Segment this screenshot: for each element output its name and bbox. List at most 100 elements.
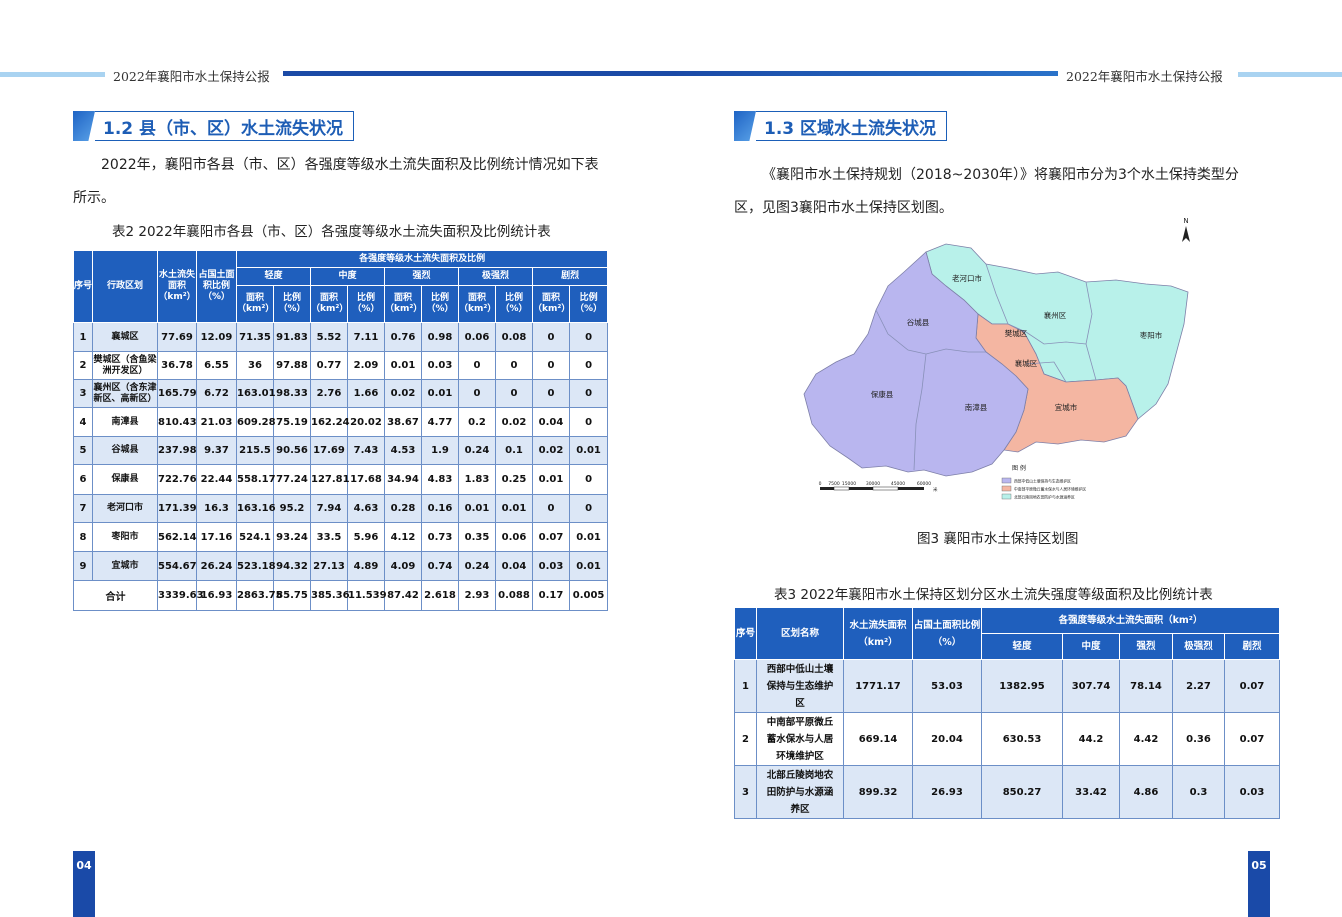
table-cell-zone-name: 西部中低山土壤保持与生态维护区 (756, 659, 844, 713)
table-cell-value: 0.01 (458, 494, 496, 523)
svg-text:米: 米 (933, 486, 938, 493)
table2-subheader-ratio: 比例（%） (421, 285, 459, 323)
table-cell-value: 1.66 (347, 379, 385, 408)
table-cell-value: 0.01 (568, 551, 609, 581)
svg-text:0: 0 (819, 481, 822, 487)
table-cell-value: 0.03 (1223, 765, 1281, 819)
table-cell-value: 17.69 (310, 436, 348, 465)
table-cell-value: 630.53 (981, 712, 1063, 766)
table-cell-value: 850.27 (981, 765, 1063, 819)
table-cell-value: 0.08 (495, 322, 533, 352)
table-cell-seq: 9 (73, 551, 93, 581)
table2-subheader-area: 面积（km²） (532, 285, 570, 323)
table-row: 7 老河口市 171.39 16.3 163.16 95.2 7.94 4.63 0.28 0.1… (73, 494, 609, 523)
table-cell-value: 16.3 (196, 494, 237, 523)
table-cell-value: 71.35 (236, 322, 274, 352)
table-cell-value: 0.17 (532, 580, 570, 611)
table-row: 2 樊城区（含鱼梁洲开发区） 36.78 6.55 36 97.88 0.77 2.09 0.0… (73, 351, 609, 380)
table-cell-value: 0.35 (458, 522, 496, 552)
table3-header-ratio: 占国土面积比例（%） (912, 607, 982, 660)
table-cell-value: 0 (532, 322, 570, 352)
table-cell-value: 385.36 (310, 580, 350, 611)
table-cell-value: 0 (532, 379, 570, 408)
table-row-total: 合计 3339.63 16.93 2863.75 85.75 385.36 11.539 87… (73, 580, 609, 611)
table-cell-value: 669.14 (843, 712, 913, 766)
table-cell-value: 95.2 (273, 494, 311, 523)
table-cell-value: 12.09 (196, 322, 237, 352)
table-cell-value: 810.43 (157, 407, 197, 437)
table2-header-ratio: 占国土面积比例（%） (196, 250, 237, 323)
table2-header-group: 各强度等级水土流失面积及比例 (235, 250, 609, 268)
header-line-left-light (0, 72, 105, 77)
table-cell-value: 26.93 (912, 765, 982, 819)
table-cell-value: 2.76 (310, 379, 348, 408)
table-row: 1 襄城区 77.69 12.09 71.35 91.83 5.52 7.11 0.76 0.98… (73, 322, 609, 352)
table2-level-strong: 强烈 (384, 267, 459, 286)
table-cell-value: 0.98 (421, 322, 459, 352)
table-row: 9 宜城市 554.67 26.24 523.18 94.32 27.13 4.89 4.09 0… (73, 551, 609, 581)
table-cell-value: 0.01 (568, 522, 609, 552)
table2-subheader-ratio: 比例（%） (568, 285, 609, 323)
table-cell-value: 2.618 (421, 580, 459, 611)
table3-level-severe: 剧烈 (1223, 633, 1281, 660)
table-cell-value: 0 (568, 407, 609, 437)
table-cell-region: 老河口市 (92, 494, 158, 523)
svg-text:北部丘陵岗地农田防护与水源涵养区: 北部丘陵岗地农田防护与水源涵养区 (1014, 495, 1075, 500)
table-cell-value: 0.24 (458, 436, 496, 465)
table-cell-value: 85.75 (273, 580, 311, 611)
header-title-right: 2022年襄阳市水土保持公报 (1066, 69, 1223, 84)
table-cell-value: 36.78 (157, 351, 197, 380)
table-cell-value: 90.56 (273, 436, 311, 465)
table-cell-value: 1.9 (421, 436, 459, 465)
table-cell-value: 0.01 (568, 436, 609, 465)
table-cell-value: 0.74 (421, 551, 459, 581)
map-label-laohekou: 老河口市 (952, 273, 982, 283)
table3-level-very-strong: 极强烈 (1172, 633, 1225, 660)
table-cell-value: 21.03 (196, 407, 237, 437)
section-tab-decoration (73, 111, 95, 141)
table-cell-value: 87.42 (384, 580, 422, 611)
table-cell-value: 93.24 (273, 522, 311, 552)
table-cell-zone-name: 北部丘陵岗地农田防护与水源涵养区 (756, 765, 844, 819)
table-cell-value: 7.43 (347, 436, 385, 465)
table-cell-value: 6.72 (196, 379, 237, 408)
table-cell-value: 127.81 (310, 464, 350, 495)
header-line-center (283, 71, 1058, 76)
table-cell-value: 17.16 (196, 522, 237, 552)
table2-header-seq: 序号 (73, 250, 93, 323)
table-cell-value: 7.94 (310, 494, 348, 523)
table-row: 8 枣阳市 562.14 17.16 524.1 93.24 33.5 5.96 4.12 0.7… (73, 522, 609, 552)
table-cell-value: 0 (568, 379, 609, 408)
table-cell-value: 0.1 (495, 436, 533, 465)
paragraph-line-1: 2022年，襄阳市各县（市、区）各强度等级水土流失面积及比例统计情况如下表 (101, 157, 599, 173)
table-cell-value: 0.06 (458, 322, 496, 352)
table-cell-value: 2.27 (1172, 659, 1225, 713)
table-cell-value: 78.14 (1119, 659, 1173, 713)
table-cell-value: 44.2 (1062, 712, 1120, 766)
table-cell-value: 4.53 (384, 436, 422, 465)
table3-header-area: 水土流失面积（km²） (843, 607, 913, 660)
section-title-1-2: 1.2 县（市、区）水土流失状况 (73, 111, 355, 141)
table-row: 3 北部丘陵岗地农田防护与水源涵养区 899.32 26.93 850.27 33.42 4… (734, 765, 1281, 819)
table3-level-mild: 轻度 (981, 633, 1063, 660)
section-title-text: 1.3 区域水土流失状况 (756, 111, 948, 141)
section-title-1-3: 1.3 区域水土流失状况 (734, 111, 948, 141)
table2-level-moderate: 中度 (310, 267, 385, 286)
table-cell-value: 0.06 (495, 522, 533, 552)
table-cell-value: 0.005 (568, 580, 609, 611)
map-label-zaoyang: 枣阳市 (1140, 330, 1163, 340)
table-cell-value: 0.02 (384, 379, 422, 408)
svg-text:30000: 30000 (866, 481, 880, 487)
table-cell-value: 562.14 (157, 522, 197, 552)
table-row: 4 南漳县 810.43 21.03 609.28 75.19 162.24 20.02 38.… (73, 407, 609, 437)
table-cell-value: 53.03 (912, 659, 982, 713)
table-cell-value: 0.04 (495, 551, 533, 581)
table3-caption: 表3 2022年襄阳市水土保持区划分区水土流失强度等级面积及比例统计表 (774, 587, 1213, 603)
table-cell-seq: 7 (73, 494, 93, 523)
table-cell-value: 9.37 (196, 436, 237, 465)
table-cell-seq: 5 (73, 436, 93, 465)
table-cell-value: 722.76 (157, 464, 197, 495)
table-cell-seq: 1 (734, 659, 757, 713)
map-label-baokang: 保康县 (871, 389, 894, 399)
table-cell-value: 91.83 (273, 322, 311, 352)
